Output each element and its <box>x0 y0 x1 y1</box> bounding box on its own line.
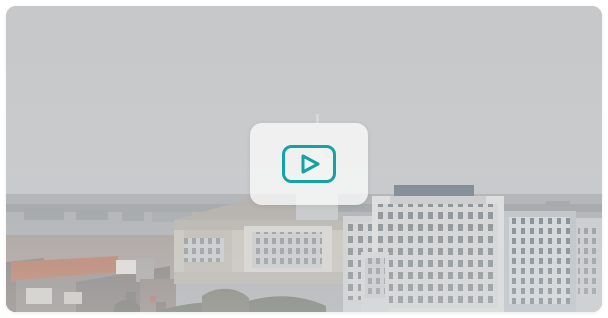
video-player[interactable] <box>6 6 602 312</box>
play-button[interactable] <box>250 123 368 205</box>
play-icon <box>282 145 336 183</box>
